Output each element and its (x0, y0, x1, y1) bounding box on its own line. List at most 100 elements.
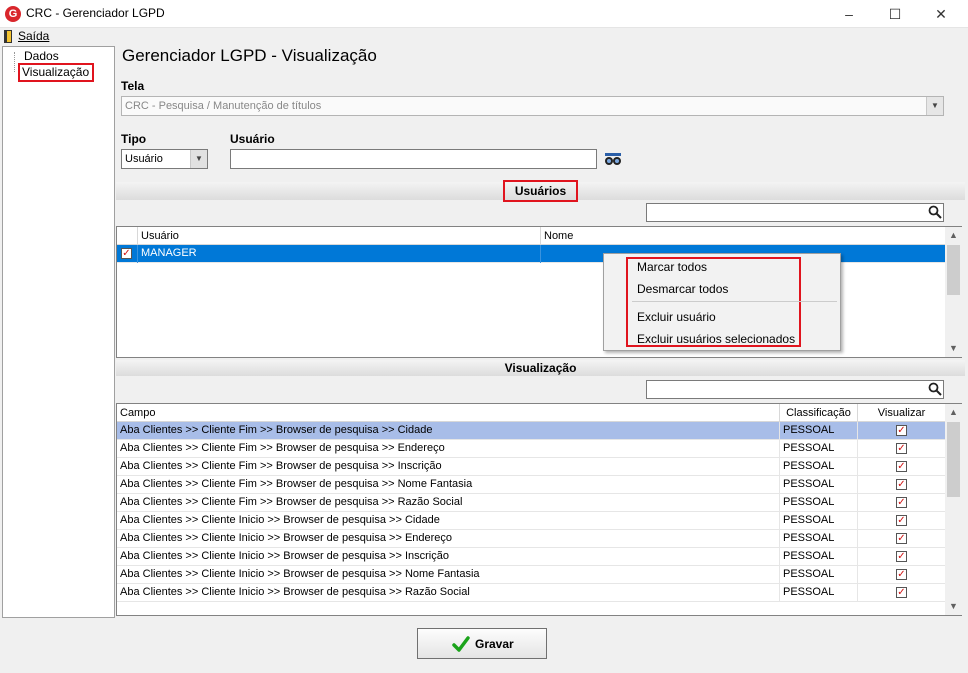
visualizar-cell[interactable]: ✓ (858, 494, 945, 512)
scroll-down-icon[interactable]: ▼ (945, 598, 962, 615)
checkbox-checked-icon[interactable]: ✓ (896, 425, 907, 436)
tela-label: Tela (121, 79, 145, 93)
classificacao-cell[interactable]: PESSOAL (780, 512, 858, 530)
visualizacao-section-title: Visualização (116, 360, 965, 376)
menu-item-desmarcar-todos[interactable]: Desmarcar todos (637, 282, 728, 296)
checkbox-checked-icon[interactable]: ✓ (896, 497, 907, 508)
close-button[interactable]: ✕ (918, 0, 964, 28)
scroll-thumb[interactable] (947, 245, 960, 295)
visualizar-cell[interactable]: ✓ (858, 548, 945, 566)
menu-item-excluir-selecionados[interactable]: Excluir usuários selecionados (637, 332, 795, 346)
menu-exit[interactable]: Saída (18, 29, 49, 43)
column-header-visualizar[interactable]: Visualizar (858, 404, 945, 422)
campo-cell[interactable]: Aba Clientes >> Cliente Fim >> Browser d… (117, 494, 780, 512)
classificacao-cell[interactable]: PESSOAL (780, 422, 858, 440)
maximize-button[interactable]: ☐ (872, 0, 918, 28)
row-check-cell[interactable]: ✓ (117, 245, 138, 263)
checkbox-checked-icon[interactable]: ✓ (121, 248, 132, 259)
classificacao-cell[interactable]: PESSOAL (780, 548, 858, 566)
checkbox-checked-icon[interactable]: ✓ (896, 479, 907, 490)
campo-cell[interactable]: Aba Clientes >> Cliente Fim >> Browser d… (117, 440, 780, 458)
classificacao-cell[interactable]: PESSOAL (780, 566, 858, 584)
view-filter-input[interactable] (646, 380, 944, 399)
table-row[interactable]: Aba Clientes >> Cliente Inicio >> Browse… (117, 512, 945, 530)
gravar-button[interactable]: Gravar (417, 628, 547, 659)
chevron-down-icon[interactable]: ▼ (926, 97, 943, 115)
classificacao-cell[interactable]: PESSOAL (780, 440, 858, 458)
checkbox-checked-icon[interactable]: ✓ (896, 461, 907, 472)
binoculars-search-icon[interactable] (604, 152, 622, 166)
visualizar-cell[interactable]: ✓ (858, 476, 945, 494)
visualizar-cell[interactable]: ✓ (858, 566, 945, 584)
classificacao-cell[interactable]: PESSOAL (780, 494, 858, 512)
visualizar-cell[interactable]: ✓ (858, 440, 945, 458)
column-header-usuario[interactable]: Usuário (138, 227, 541, 245)
chevron-down-icon[interactable]: ▼ (190, 150, 207, 168)
users-filter-input[interactable] (646, 203, 944, 222)
view-table-header: Campo Classificação Visualizar (117, 404, 945, 422)
usuarios-section-title: Usuários (503, 180, 578, 202)
table-row[interactable]: Aba Clientes >> Cliente Inicio >> Browse… (117, 530, 945, 548)
menu-bar (0, 28, 968, 46)
checkbox-checked-icon[interactable]: ✓ (896, 587, 907, 598)
visualizacao-table: Campo Classificação Visualizar Aba Clien… (116, 403, 962, 616)
visualizar-cell[interactable]: ✓ (858, 422, 945, 440)
visualizar-cell[interactable]: ✓ (858, 458, 945, 476)
campo-cell[interactable]: Aba Clientes >> Cliente Fim >> Browser d… (117, 422, 780, 440)
campo-cell[interactable]: Aba Clientes >> Cliente Inicio >> Browse… (117, 566, 780, 584)
checkbox-checked-icon[interactable]: ✓ (896, 551, 907, 562)
tipo-select[interactable]: Usuário ▼ (121, 149, 208, 169)
tree-item-dados[interactable]: Dados (22, 49, 61, 63)
search-icon[interactable] (928, 205, 942, 219)
user-cell[interactable]: MANAGER (138, 245, 541, 263)
tipo-label: Tipo (121, 132, 147, 146)
campo-cell[interactable]: Aba Clientes >> Cliente Inicio >> Browse… (117, 584, 780, 602)
gravar-label: Gravar (475, 637, 514, 651)
campo-cell[interactable]: Aba Clientes >> Cliente Inicio >> Browse… (117, 530, 780, 548)
checkbox-checked-icon[interactable]: ✓ (896, 443, 907, 454)
view-scrollbar[interactable]: ▲ ▼ (945, 404, 962, 615)
checkbox-checked-icon[interactable]: ✓ (896, 533, 907, 544)
table-row[interactable]: Aba Clientes >> Cliente Fim >> Browser d… (117, 440, 945, 458)
tree-connector (14, 52, 15, 72)
classificacao-cell[interactable]: PESSOAL (780, 530, 858, 548)
column-header-campo[interactable]: Campo (117, 404, 780, 422)
checkbox-checked-icon[interactable]: ✓ (896, 569, 907, 580)
scroll-thumb[interactable] (947, 422, 960, 497)
tela-combo[interactable]: CRC - Pesquisa / Manutenção de títulos ▼ (121, 96, 944, 116)
visualizar-cell[interactable]: ✓ (858, 530, 945, 548)
table-row[interactable]: Aba Clientes >> Cliente Fim >> Browser d… (117, 476, 945, 494)
campo-cell[interactable]: Aba Clientes >> Cliente Inicio >> Browse… (117, 548, 780, 566)
campo-cell[interactable]: Aba Clientes >> Cliente Fim >> Browser d… (117, 458, 780, 476)
visualizar-cell[interactable]: ✓ (858, 512, 945, 530)
tree-item-visualizacao[interactable]: Visualização (18, 63, 94, 82)
menu-item-marcar-todos[interactable]: Marcar todos (637, 260, 707, 274)
search-icon[interactable] (928, 382, 942, 396)
classificacao-cell[interactable]: PESSOAL (780, 458, 858, 476)
table-row[interactable]: Aba Clientes >> Cliente Fim >> Browser d… (117, 494, 945, 512)
usuario-input[interactable] (230, 149, 597, 169)
visualizar-cell[interactable]: ✓ (858, 584, 945, 602)
campo-cell[interactable]: Aba Clientes >> Cliente Fim >> Browser d… (117, 476, 780, 494)
scroll-down-icon[interactable]: ▼ (945, 340, 962, 357)
tipo-value: Usuário (125, 153, 163, 165)
classificacao-cell[interactable]: PESSOAL (780, 476, 858, 494)
scroll-up-icon[interactable]: ▲ (945, 227, 962, 244)
table-row[interactable]: Aba Clientes >> Cliente Inicio >> Browse… (117, 566, 945, 584)
users-scrollbar[interactable]: ▲ ▼ (945, 227, 962, 357)
classificacao-cell[interactable]: PESSOAL (780, 584, 858, 602)
menu-item-excluir-usuario[interactable]: Excluir usuário (637, 310, 716, 324)
table-row[interactable]: Aba Clientes >> Cliente Fim >> Browser d… (117, 458, 945, 476)
table-row[interactable]: Aba Clientes >> Cliente Inicio >> Browse… (117, 548, 945, 566)
exit-door-icon[interactable] (4, 30, 12, 43)
checkbox-checked-icon[interactable]: ✓ (896, 515, 907, 526)
minimize-button[interactable]: – (826, 0, 872, 28)
scroll-up-icon[interactable]: ▲ (945, 404, 962, 421)
column-header-classificacao[interactable]: Classificação (780, 404, 858, 422)
tela-value: CRC - Pesquisa / Manutenção de títulos (125, 100, 322, 112)
table-row[interactable]: Aba Clientes >> Cliente Inicio >> Browse… (117, 584, 945, 602)
campo-cell[interactable]: Aba Clientes >> Cliente Inicio >> Browse… (117, 512, 780, 530)
table-row[interactable]: Aba Clientes >> Cliente Fim >> Browser d… (117, 422, 945, 440)
column-header-check (117, 227, 138, 245)
column-header-nome[interactable]: Nome (541, 227, 945, 245)
